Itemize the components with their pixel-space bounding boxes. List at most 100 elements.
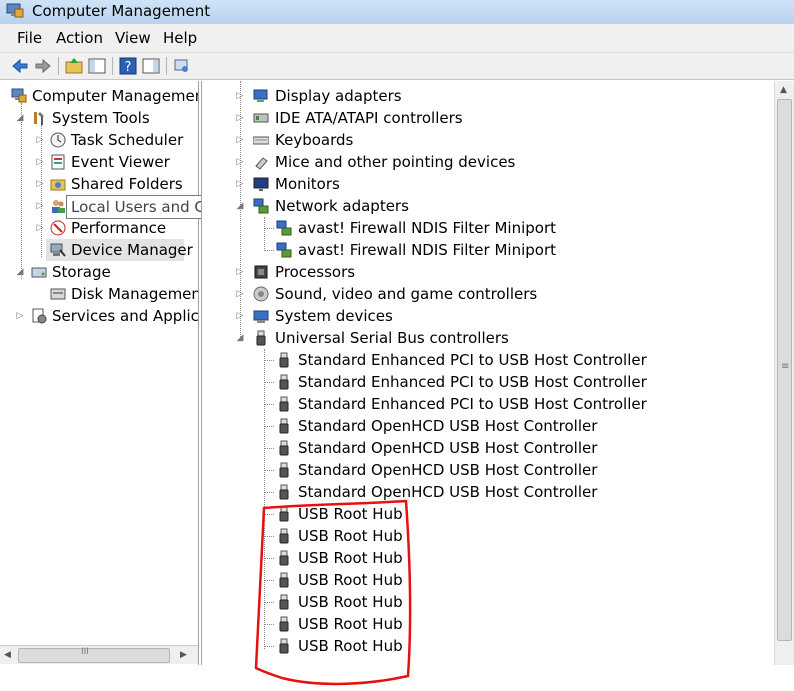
collapse-arrow-icon[interactable]: ◢ [235, 195, 245, 217]
device-tree-item-usb-child[interactable]: USB Root Hub [202, 591, 775, 613]
device-tree-item-monitors[interactable]: ▷ Monitors [202, 173, 775, 195]
device-tree-item-sound[interactable]: ▷ Sound, video and game controllers [202, 283, 775, 305]
device-tree-item-network-adapters[interactable]: ◢ Network adapters [202, 195, 775, 217]
tree-item-services[interactable]: ▷ Services and Applicat [0, 305, 198, 327]
processor-icon [254, 265, 268, 279]
ide-controller-icon [253, 113, 269, 123]
tree-line [264, 228, 274, 229]
show-hide-tree-icon[interactable] [87, 56, 107, 76]
tree-item-label: Performance [71, 219, 167, 237]
show-hide-action-pane-icon[interactable] [141, 56, 161, 76]
device-tree-item-label: Standard OpenHCD USB Host Controller [298, 461, 598, 479]
expand-arrow-icon[interactable]: ▷ [235, 173, 245, 195]
device-tree-item-usb-child[interactable]: Standard Enhanced PCI to USB Host Contro… [202, 371, 775, 393]
properties-icon[interactable] [172, 56, 192, 76]
tree-item-performance[interactable]: ▷ Performance [0, 217, 198, 239]
device-tree-item-usb-child[interactable]: Standard OpenHCD USB Host Controller [202, 437, 775, 459]
vertical-scrollbar[interactable]: ▲ ≡ [774, 81, 794, 665]
services-icon [32, 308, 47, 324]
collapse-arrow-icon[interactable]: ◢ [235, 327, 245, 349]
scrollbar-thumb[interactable]: III [18, 647, 170, 663]
back-arrow-icon[interactable] [10, 56, 30, 76]
expand-arrow-icon[interactable]: ▷ [235, 85, 245, 107]
device-tree-item-usb-child[interactable]: Standard OpenHCD USB Host Controller [202, 459, 775, 481]
expand-arrow-icon[interactable]: ▷ [15, 305, 25, 327]
mouse-icon [255, 157, 268, 170]
device-tree-item-usb-child[interactable]: Standard OpenHCD USB Host Controller [202, 481, 775, 503]
usb-icon [256, 330, 266, 346]
menu-help[interactable]: Help [160, 29, 200, 47]
device-tree-item-processors[interactable]: ▷ Processors [202, 261, 775, 283]
device-tree-item-system-devices[interactable]: ▷ System devices [202, 305, 775, 327]
expand-arrow-icon[interactable]: ▷ [35, 151, 45, 173]
device-tree-item-usb-child[interactable]: USB Root Hub [202, 613, 775, 635]
tree-item-label: Disk Management [71, 285, 199, 303]
console-tree-pane[interactable]: Computer Management ◢ System Tools ▷ Tas… [0, 81, 199, 665]
tree-line [264, 448, 274, 449]
expand-arrow-icon[interactable]: ▷ [235, 129, 245, 151]
device-tree-item-label: Standard OpenHCD USB Host Controller [298, 439, 598, 457]
device-tree-item-label: Keyboards [275, 131, 354, 149]
toolbar-separator [166, 57, 167, 75]
device-tree-item-label: avast! Firewall NDIS Filter Miniport [298, 219, 557, 237]
device-tree-pane[interactable]: ▷ Display adapters ▷ IDE ATA/ATAPI controll… [201, 81, 794, 665]
tree-item-task-scheduler[interactable]: ▷ Task Scheduler [0, 129, 198, 151]
title-bar: Computer Management [0, 0, 794, 24]
device-tree-item-usb-child[interactable]: Standard Enhanced PCI to USB Host Contro… [202, 393, 775, 415]
horizontal-scrollbar[interactable]: ◀ III ▶ [0, 645, 198, 664]
scroll-up-arrow-icon[interactable]: ▲ [780, 85, 787, 95]
expand-arrow-icon[interactable]: ▷ [35, 173, 45, 195]
scroll-right-arrow-icon[interactable]: ▶ [180, 646, 187, 664]
toolbar-separator [58, 57, 59, 75]
device-tree-item-label: Processors [275, 263, 356, 281]
collapse-arrow-icon[interactable]: ◢ [15, 107, 25, 129]
toolbar: ? [0, 53, 794, 80]
tree-item-device-manager[interactable]: Device Manager [46, 239, 193, 261]
device-tree-item-usb-child[interactable]: USB Root Hub [202, 569, 775, 591]
expand-arrow-icon[interactable]: ▷ [235, 305, 245, 327]
device-tree-item-usb-child[interactable]: USB Root Hub [202, 547, 775, 569]
device-tree-item-label: Network adapters [275, 197, 409, 215]
tree-item-storage[interactable]: ◢ Storage [0, 261, 198, 283]
expand-arrow-icon[interactable]: ▷ [235, 283, 245, 305]
device-tree-item-usb-child[interactable]: USB Root Hub [202, 525, 775, 547]
tree-item-event-viewer[interactable]: ▷ Event Viewer [0, 151, 198, 173]
device-tree-item-display-adapters[interactable]: ▷ Display adapters [202, 85, 775, 107]
expand-arrow-icon[interactable]: ▷ [235, 151, 245, 173]
menu-view[interactable]: View [112, 29, 154, 47]
forward-arrow-icon[interactable] [33, 56, 53, 76]
device-tree-item-mice[interactable]: ▷ Mice and other pointing devices [202, 151, 775, 173]
scrollbar-thumb[interactable]: ≡ [777, 99, 792, 641]
device-tree-item-usb-child[interactable]: USB Root Hub [202, 635, 775, 657]
scroll-left-arrow-icon[interactable]: ◀ [4, 646, 11, 664]
help-icon[interactable]: ? [118, 56, 138, 76]
up-folder-icon[interactable] [64, 56, 84, 76]
device-tree-item-usb-child[interactable]: Standard OpenHCD USB Host Controller [202, 415, 775, 437]
tree-item-computer-management[interactable]: Computer Management [0, 85, 198, 107]
device-tree-item-label: Display adapters [275, 87, 402, 105]
device-tree-item-network-child[interactable]: avast! Firewall NDIS Filter Miniport [202, 217, 775, 239]
menu-action[interactable]: Action [53, 29, 106, 47]
device-tree-item-usb-child[interactable]: Standard Enhanced PCI to USB Host Contro… [202, 349, 775, 371]
device-tree-item-usb[interactable]: ◢ Universal Serial Bus controllers [202, 327, 775, 349]
expand-arrow-icon[interactable]: ▷ [35, 195, 45, 217]
system-device-icon [253, 310, 269, 323]
tree-item-system-tools[interactable]: ◢ System Tools [0, 107, 198, 129]
menu-file[interactable]: File [14, 29, 45, 47]
device-tree-item-label: IDE ATA/ATAPI controllers [275, 109, 463, 127]
device-tree-item-usb-child[interactable]: USB Root Hub [202, 503, 775, 525]
expand-arrow-icon[interactable]: ▷ [235, 107, 245, 129]
tree-item-label: Storage [52, 263, 111, 281]
device-tree-item-label: System devices [275, 307, 393, 325]
expand-arrow-icon[interactable]: ▷ [235, 261, 245, 283]
tree-item-shared-folders[interactable]: ▷ Shared Folders [0, 173, 198, 195]
device-tree-item-network-child[interactable]: avast! Firewall NDIS Filter Miniport [202, 239, 775, 261]
computer-management-icon [6, 3, 24, 18]
expand-arrow-icon[interactable]: ▷ [35, 217, 45, 239]
usb-icon [279, 550, 289, 566]
expand-arrow-icon[interactable]: ▷ [35, 129, 45, 151]
device-tree-item-keyboards[interactable]: ▷ Keyboards [202, 129, 775, 151]
device-tree-item-ide[interactable]: ▷ IDE ATA/ATAPI controllers [202, 107, 775, 129]
collapse-arrow-icon[interactable]: ◢ [15, 261, 25, 283]
tree-item-disk-management[interactable]: Disk Management [0, 283, 198, 305]
